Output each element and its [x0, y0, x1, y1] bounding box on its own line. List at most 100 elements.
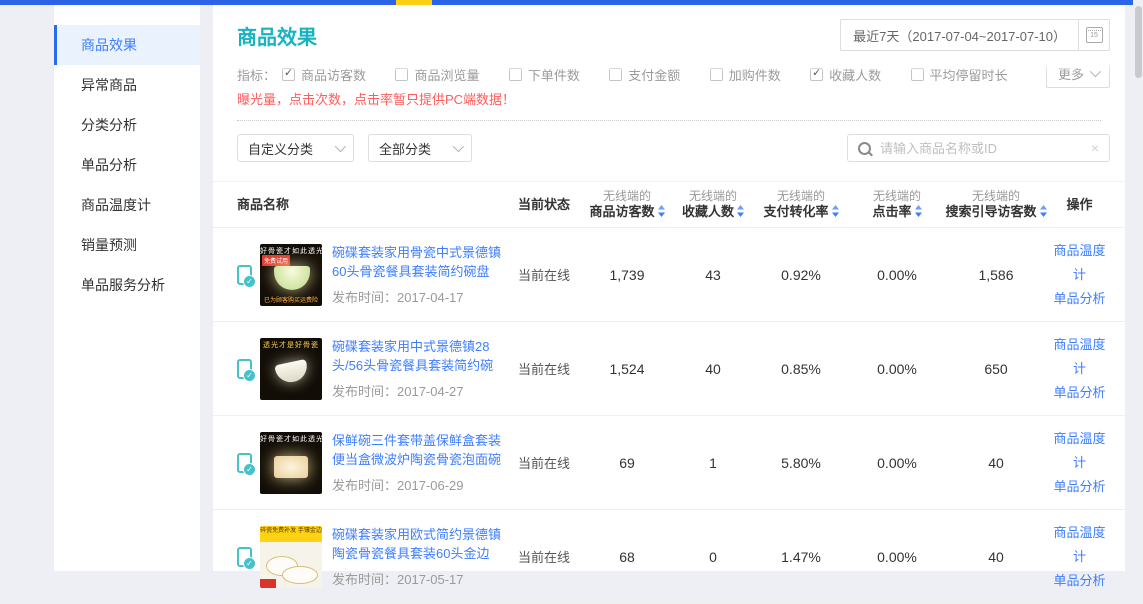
red-label: [260, 579, 276, 588]
publish-date: 发布时间：2017-06-29: [332, 475, 508, 494]
column-header-product-name: 商品名称: [237, 197, 509, 213]
sort-icon[interactable]: [737, 205, 744, 221]
action-single-item-analysis-link[interactable]: 单品分析: [1049, 381, 1110, 405]
action-single-item-analysis-link[interactable]: 单品分析: [1049, 475, 1110, 499]
favorites-value: 43: [675, 267, 751, 283]
checkbox-icon: [810, 68, 823, 81]
page-header: 商品效果 最近7天（2017-07-04~2017-07-10） 15: [213, 5, 1125, 62]
sidebar-item-abnormal-products[interactable]: 异常商品: [54, 65, 200, 105]
product-name-link[interactable]: 碗碟套装家用骨瓷中式景德镇60头骨瓷餐具套装简约碗盘: [332, 243, 508, 281]
status-label: 当前在线: [509, 265, 579, 284]
status-label: 当前在线: [509, 453, 579, 472]
chevron-down-icon: [1090, 66, 1101, 77]
visitors-value: 68: [579, 549, 675, 565]
calendar-icon[interactable]: 15: [1079, 20, 1109, 50]
scrollbar-track[interactable]: [1133, 0, 1143, 571]
product-name-link[interactable]: 保鲜碗三件套带盖保鲜盒套装便当盒微波炉陶瓷骨瓷泡面碗: [332, 431, 508, 469]
search-visitors-value: 40: [943, 455, 1049, 471]
publish-date: 发布时间：2017-04-17: [332, 287, 508, 306]
publish-date: 发布时间：2017-05-17: [332, 569, 508, 588]
status-label: 当前在线: [509, 359, 579, 378]
sort-icon[interactable]: [915, 205, 922, 221]
pay-conversion-value: 1.47%: [751, 549, 851, 565]
checkbox-icon: [509, 68, 522, 81]
metrics-label: 指标：: [237, 65, 276, 84]
date-range-picker[interactable]: 最近7天（2017-07-04~2017-07-10） 15: [840, 19, 1110, 51]
column-header-search-visitors[interactable]: 无线端的搜索引导访客数: [943, 188, 1049, 221]
search-visitors-value: 650: [943, 361, 1049, 377]
publish-date: 发布时间：2017-04-27: [332, 381, 508, 400]
favorites-value: 0: [675, 549, 751, 565]
sidebar-item-sales-forecast[interactable]: 销量预测: [54, 225, 200, 265]
metric-checkbox-favorites[interactable]: 收藏人数: [810, 65, 881, 84]
column-header-visitors[interactable]: 无线端的商品访客数: [579, 188, 675, 221]
action-single-item-analysis-link[interactable]: 单品分析: [1049, 287, 1110, 311]
visitors-value: 1,739: [579, 267, 675, 283]
status-label: 当前在线: [509, 547, 579, 566]
clear-icon[interactable]: ×: [1089, 140, 1101, 156]
search-input[interactable]: [878, 140, 1089, 157]
sort-icon[interactable]: [832, 205, 839, 221]
sidebar-item-product-thermometer[interactable]: 商品温度计: [54, 185, 200, 225]
checkbox-icon: [395, 68, 408, 81]
custom-category-select[interactable]: 自定义分类: [237, 134, 354, 162]
mobile-online-icon: [237, 359, 252, 379]
bowl-image: [274, 266, 310, 290]
pay-conversion-value: 0.85%: [751, 361, 851, 377]
favorites-value: 40: [675, 361, 751, 377]
column-header-pay-conversion[interactable]: 无线端的支付转化率: [751, 188, 851, 221]
product-name-link[interactable]: 碗碟套装家用欧式简约景德镇陶瓷骨瓷餐具套装60头金边: [332, 525, 508, 563]
metric-filter-row: 指标： 商品访客数 商品浏览量 下单件数 支付金额 加购件数 收藏人数 平均停留…: [213, 62, 1125, 86]
sidebar-item-product-effect[interactable]: 商品效果: [54, 25, 200, 65]
column-header-favorites[interactable]: 无线端的收藏人数: [675, 188, 751, 221]
product-thumbnail[interactable]: 透光才是好骨瓷: [260, 338, 322, 400]
search-visitors-value: 1,586: [943, 267, 1049, 283]
metric-checkbox-pageviews[interactable]: 商品浏览量: [395, 65, 479, 84]
action-product-thermometer-link[interactable]: 商品温度计: [1049, 239, 1110, 287]
visitors-value: 1,524: [579, 361, 675, 377]
action-product-thermometer-link[interactable]: 商品温度计: [1049, 333, 1110, 381]
table-row: 好骨瓷才如此透光 保鲜碗三件套带盖保鲜盒套装便当盒微波炉陶瓷骨瓷泡面碗 发布时间…: [213, 416, 1125, 510]
pc-data-notice: 曝光量，点击次数，点击率暂只提供PC端数据！: [213, 89, 1125, 108]
column-header-ctr[interactable]: 无线端的点击率: [851, 188, 943, 221]
action-product-thermometer-link[interactable]: 商品温度计: [1049, 427, 1110, 475]
product-thumbnail[interactable]: 碎瓷免费补发 手镶金边: [260, 526, 322, 588]
page-title: 商品效果: [237, 21, 317, 50]
checkbox-icon: [609, 68, 622, 81]
metric-checkbox-payment[interactable]: 支付金额: [609, 65, 680, 84]
metric-checkbox-stay-time[interactable]: 平均停留时长: [911, 65, 1008, 84]
metric-checkbox-visitors[interactable]: 商品访客数: [282, 65, 366, 84]
product-thumbnail[interactable]: 好骨瓷才如此透光: [260, 432, 322, 494]
sort-icon[interactable]: [1040, 205, 1047, 221]
ctr-value: 0.00%: [851, 267, 943, 283]
sort-icon[interactable]: [658, 205, 665, 221]
mobile-online-icon: [237, 265, 252, 285]
sidebar-item-single-item-analysis[interactable]: 单品分析: [54, 145, 200, 185]
sidebar: 商品效果 异常商品 分类分析 单品分析 商品温度计 销量预测 单品服务分析: [54, 5, 200, 571]
search-visitors-value: 40: [943, 549, 1049, 565]
more-button[interactable]: 更多: [1046, 58, 1110, 88]
sidebar-item-single-item-service[interactable]: 单品服务分析: [54, 265, 200, 305]
all-category-select[interactable]: 全部分类: [368, 134, 472, 162]
chevron-down-icon: [453, 141, 464, 152]
main-panel: 商品效果 最近7天（2017-07-04~2017-07-10） 15 指标： …: [213, 5, 1125, 571]
table-row: 透光才是好骨瓷 碗碟套装家用中式景德镇28头/56头骨瓷餐具套装简约碗 发布时间…: [213, 322, 1125, 416]
ctr-value: 0.00%: [851, 549, 943, 565]
scrollbar-thumb[interactable]: [1135, 6, 1142, 78]
search-icon: [858, 142, 871, 155]
sidebar-item-category-analysis[interactable]: 分类分析: [54, 105, 200, 145]
chevron-down-icon: [335, 141, 346, 152]
bowl-image: [274, 456, 308, 478]
product-name-link[interactable]: 碗碟套装家用中式景德镇28头/56头骨瓷餐具套装简约碗: [332, 337, 508, 375]
product-thumbnail[interactable]: 好骨瓷才如此透光 免费试用 已为顾客购买运费险: [260, 244, 322, 306]
plate-image: [282, 566, 318, 584]
action-single-item-analysis-link[interactable]: 单品分析: [1049, 569, 1110, 593]
ctr-value: 0.00%: [851, 455, 943, 471]
action-product-thermometer-link[interactable]: 商品温度计: [1049, 521, 1110, 569]
metric-checkbox-orders[interactable]: 下单件数: [509, 65, 580, 84]
metric-checkbox-cart-adds[interactable]: 加购件数: [710, 65, 781, 84]
checkbox-icon: [282, 68, 295, 81]
table-header-row: 商品名称 当前状态 无线端的商品访客数 无线端的收藏人数 无线端的支付转化率 无…: [213, 182, 1125, 228]
date-range-label: 最近7天（2017-07-04~2017-07-10）: [841, 26, 1078, 45]
checkbox-icon: [710, 68, 723, 81]
